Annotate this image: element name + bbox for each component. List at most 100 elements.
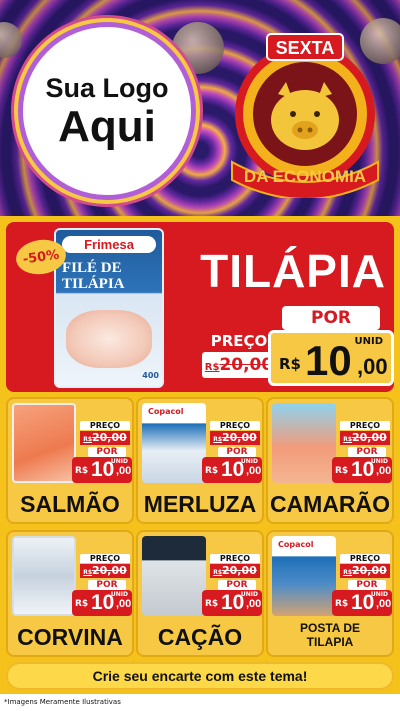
old-price-value: 20,00	[222, 564, 257, 577]
posta-tilapia-image: Copacol	[272, 536, 336, 616]
tilapia-package-image: Frimesa FILÉ DE TILÁPIA 400	[54, 228, 164, 388]
product-name-line2: TILAPIA	[306, 635, 354, 649]
pack-weight: 400	[142, 371, 159, 380]
price-currency: R$	[75, 466, 89, 476]
badge-graphic: SEXTA DA ECONOMIA	[231, 33, 379, 200]
product-name: POSTA DE TILAPIA	[268, 621, 392, 649]
product-name: CORVINA	[17, 624, 123, 650]
pack-title: FILÉ DE TILÁPIA	[62, 260, 158, 292]
fish-fillet-image	[66, 310, 152, 368]
product-name-line1: POSTA DE	[299, 621, 360, 635]
preco-label: PREÇO	[340, 421, 390, 430]
sale-price: UNID R$ 10 ,00	[332, 457, 392, 483]
old-price-currency: R$	[213, 436, 222, 443]
price-decimal: ,00	[246, 598, 262, 610]
product-card-salmao[interactable]: PREÇO R$20,00 POR UNID R$ 10 ,00 SALMÃO	[6, 397, 134, 524]
old-price-value: 20,00	[352, 564, 387, 577]
product-name: MERLUZA	[143, 491, 257, 517]
header-banner: Sua Logo Aqui SEXTA DA ECONOMIA	[0, 0, 400, 216]
old-price-currency: R$	[343, 569, 352, 576]
corvina-image	[12, 536, 76, 616]
product-card-corvina[interactable]: PREÇO R$20,00 POR UNID R$ 10 ,00 CORVINA	[6, 530, 134, 657]
price-currency: R$	[205, 599, 219, 609]
price-integer: 10	[221, 591, 245, 614]
price-currency: R$	[205, 466, 219, 476]
old-price: R$20,00	[80, 431, 130, 445]
logo-text-line1: Sua Logo	[45, 72, 169, 103]
por-label: POR	[88, 580, 126, 590]
old-price: R$20,00	[340, 431, 390, 445]
sale-price: UNID R$ 10 ,00	[332, 590, 392, 616]
product-card-posta-tilapia[interactable]: Copacol PREÇO R$20,00 POR UNID R$ 10 ,00…	[266, 530, 394, 657]
price-decimal: ,00	[116, 465, 132, 477]
sale-price: UNID R$ 10 ,00	[202, 457, 262, 483]
price-currency: R$	[335, 599, 349, 609]
preco-label: PREÇO	[80, 554, 130, 563]
product-card-cacao[interactable]: PREÇO R$20,00 POR UNID R$ 10 ,00 CAÇÃO	[136, 530, 264, 657]
create-flyer-cta[interactable]: Crie seu encarte com este tema!	[6, 662, 394, 690]
salmon-image	[12, 403, 76, 483]
old-price-value: 20,00	[222, 431, 257, 444]
por-label: POR	[218, 447, 256, 457]
price-decimal: ,00	[116, 598, 132, 610]
price-decimal: ,00	[246, 465, 262, 477]
product-name: CAÇÃO	[157, 624, 243, 650]
old-price: R$20,00	[210, 564, 260, 578]
price-currency: R$	[279, 355, 301, 373]
badge-bottom-text: DA ECONOMIA	[244, 167, 366, 186]
por-label: POR	[88, 447, 126, 457]
old-price-value: 20,00	[352, 431, 387, 444]
badge-top-text: SEXTA	[276, 38, 335, 58]
price-currency: R$	[335, 466, 349, 476]
old-price: R$20,00	[210, 431, 260, 445]
old-price-currency: R$	[83, 436, 92, 443]
featured-product-title: TILÁPIA	[200, 245, 386, 297]
sale-price: UNID R$ 10 ,00	[72, 457, 132, 483]
old-price-currency: R$	[343, 436, 352, 443]
old-price-value: 20,00	[92, 564, 127, 577]
product-name: CAMARÃO	[269, 491, 391, 517]
price-decimal: ,00	[357, 354, 388, 379]
old-price-value: 20,00	[219, 355, 274, 375]
merluza-image: Copacol	[142, 403, 206, 483]
coin-decoration	[0, 22, 22, 58]
preco-label: PREÇO	[210, 332, 268, 350]
price-integer: 10	[351, 591, 375, 614]
old-price-currency: R$	[83, 569, 92, 576]
price-decimal: ,00	[376, 465, 392, 477]
sale-price: UNID R$ 10 ,00	[202, 590, 262, 616]
featured-product-banner[interactable]: Frimesa FILÉ DE TILÁPIA 400 -50% TILÁPIA…	[6, 222, 394, 392]
preco-label: PREÇO	[210, 554, 260, 563]
price-integer: 10	[221, 458, 245, 481]
product-brand: Copacol	[276, 540, 316, 549]
preco-label: PREÇO	[210, 421, 260, 430]
pack-brand: Frimesa	[62, 236, 156, 253]
camarao-image	[272, 403, 336, 483]
product-card-merluza[interactable]: Copacol PREÇO R$20,00 POR UNID R$ 10 ,00…	[136, 397, 264, 524]
sexta-economia-badge: SEXTA DA ECONOMIA	[220, 22, 390, 200]
preco-label: PREÇO	[80, 421, 130, 430]
old-price-value: 20,00	[92, 431, 127, 444]
product-name: SALMÃO	[20, 491, 120, 517]
old-price: R$20,00	[340, 564, 390, 578]
old-price-currency: R$	[213, 569, 222, 576]
price-integer: 10	[351, 458, 375, 481]
preco-label: PREÇO	[340, 554, 390, 563]
unit-label: UNID	[354, 336, 383, 347]
price-integer: 10	[91, 458, 115, 481]
price-currency: R$	[75, 599, 89, 609]
logo-text-line2: Aqui	[58, 101, 156, 151]
product-card-camarao[interactable]: PREÇO R$20,00 POR UNID R$ 10 ,00 CAMARÃO	[266, 397, 394, 524]
pack-title-line2: TILÁPIA	[62, 276, 125, 292]
sale-price: UNID R$ 10 ,00	[72, 590, 132, 616]
old-price-currency: R$	[204, 362, 220, 373]
por-label: POR	[282, 306, 380, 330]
price-decimal: ,00	[376, 598, 392, 610]
old-price: R$20,00	[80, 564, 130, 578]
old-price: R$20,00	[202, 352, 276, 378]
logo-placeholder[interactable]: Sua Logo Aqui	[18, 22, 196, 200]
pack-title-line1: FILÉ DE	[62, 260, 122, 276]
cacao-image	[142, 536, 206, 616]
price-integer: 10	[91, 591, 115, 614]
por-label: POR	[348, 447, 386, 457]
